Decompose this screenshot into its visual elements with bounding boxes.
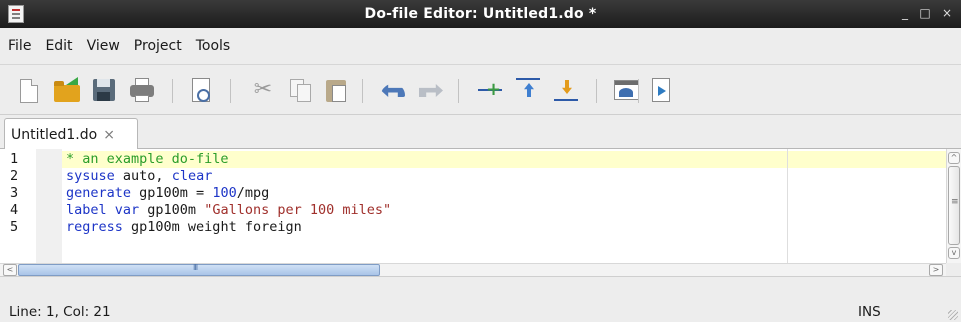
menu-view[interactable]: View	[87, 38, 120, 54]
fold-margin[interactable]	[36, 149, 62, 263]
vertical-scroll-thumb[interactable]	[948, 166, 960, 245]
print-icon[interactable]	[130, 77, 156, 103]
code-line[interactable]: * an example do-file	[62, 151, 946, 168]
scroll-up-icon[interactable]: ^	[948, 152, 960, 164]
code-token: label var	[66, 202, 140, 218]
code-token: gp100m =	[131, 185, 213, 201]
horizontal-scrollbar[interactable]: < >	[0, 263, 946, 276]
status-bar: Line: 1, Col: 21 INS	[0, 276, 961, 322]
copy-icon[interactable]	[288, 77, 314, 103]
code-token: regress	[66, 219, 123, 235]
tab-untitled1[interactable]: Untitled1.do ⨯	[4, 118, 138, 150]
code-line[interactable]: generate gp100m = 100/mpg	[62, 185, 946, 202]
toolbar-separator	[596, 79, 597, 103]
code-token: "Gallons per 100 miles"	[204, 202, 392, 218]
code-token: * an example do-file	[66, 151, 229, 167]
toolbar-separator	[172, 79, 173, 103]
redo-icon[interactable]	[418, 77, 444, 103]
menu-tools[interactable]: Tools	[196, 38, 231, 54]
next-bookmark-icon[interactable]	[554, 77, 580, 103]
code-line[interactable]: label var gp100m "Gallons per 100 miles"	[62, 202, 946, 219]
print-preview-icon[interactable]	[192, 78, 210, 102]
toolbar: ✂ +	[0, 65, 961, 115]
execute-icon[interactable]	[652, 78, 670, 102]
menu-bar: File Edit View Project Tools	[0, 28, 961, 65]
line-number: 4	[10, 202, 19, 218]
line-number: 3	[10, 185, 19, 201]
insert-mode-indicator: INS	[858, 304, 881, 320]
menu-edit[interactable]: Edit	[45, 38, 72, 54]
menu-file[interactable]: File	[8, 38, 31, 54]
close-button[interactable]: ×	[940, 6, 954, 20]
window-title: Do-file Editor: Untitled1.do *	[364, 6, 597, 22]
horizontal-scroll-thumb[interactable]	[18, 263, 380, 276]
resize-grip[interactable]	[948, 310, 958, 320]
code-token: clear	[171, 168, 213, 184]
code-area[interactable]: * an example do-file sysuse auto, clear ge…	[62, 151, 946, 236]
code-token: gp100m weight foreign	[122, 219, 302, 235]
line-numbers: 1 2 3 4 5	[10, 151, 18, 236]
close-tab-icon[interactable]: ⨯	[103, 127, 115, 143]
toolbar-separator	[230, 79, 231, 103]
maximize-button[interactable]: □	[918, 6, 932, 20]
tab-bar: Untitled1.do ⨯	[0, 115, 961, 150]
code-token: /mpg	[236, 185, 270, 201]
new-file-icon[interactable]	[20, 79, 38, 103]
scroll-right-icon[interactable]: >	[929, 264, 943, 276]
toolbar-separator	[638, 79, 639, 103]
scroll-left-icon[interactable]: <	[3, 264, 17, 276]
open-folder-icon[interactable]	[54, 77, 80, 103]
previous-bookmark-icon[interactable]	[516, 77, 542, 103]
undo-icon[interactable]	[380, 77, 406, 103]
cursor-position: Line: 1, Col: 21	[9, 304, 111, 320]
code-line[interactable]: sysuse auto, clear	[62, 168, 946, 185]
cut-icon[interactable]: ✂	[250, 77, 276, 103]
tab-label: Untitled1.do	[11, 126, 98, 143]
toolbar-separator	[458, 79, 459, 103]
code-token: auto,	[114, 168, 172, 184]
minimize-button[interactable]: _	[898, 6, 912, 20]
save-icon[interactable]	[93, 79, 115, 101]
code-token: 100	[212, 185, 237, 201]
show-dofile-icon[interactable]	[614, 77, 640, 103]
code-token: generate	[66, 185, 132, 201]
menu-project[interactable]: Project	[134, 38, 182, 54]
paste-icon[interactable]	[324, 77, 350, 103]
scroll-down-icon[interactable]: v	[948, 247, 960, 259]
line-number: 5	[10, 219, 19, 235]
code-line[interactable]: regress gp100m weight foreign	[62, 219, 946, 236]
toolbar-separator	[362, 79, 363, 103]
code-token: gp100m	[139, 202, 205, 218]
code-token: sysuse	[66, 168, 115, 184]
title-bar: Do-file Editor: Untitled1.do * _ □ ×	[0, 0, 961, 28]
line-number: 1	[10, 151, 19, 167]
app-icon	[8, 5, 24, 23]
code-editor[interactable]: 1 2 3 4 5 * an example do-file sysuse aut…	[0, 149, 961, 276]
vertical-scrollbar[interactable]: ^ v	[946, 149, 961, 263]
scrollbar-corner	[946, 263, 961, 276]
toggle-bookmark-icon[interactable]: +	[478, 77, 504, 103]
line-number: 2	[10, 168, 19, 184]
